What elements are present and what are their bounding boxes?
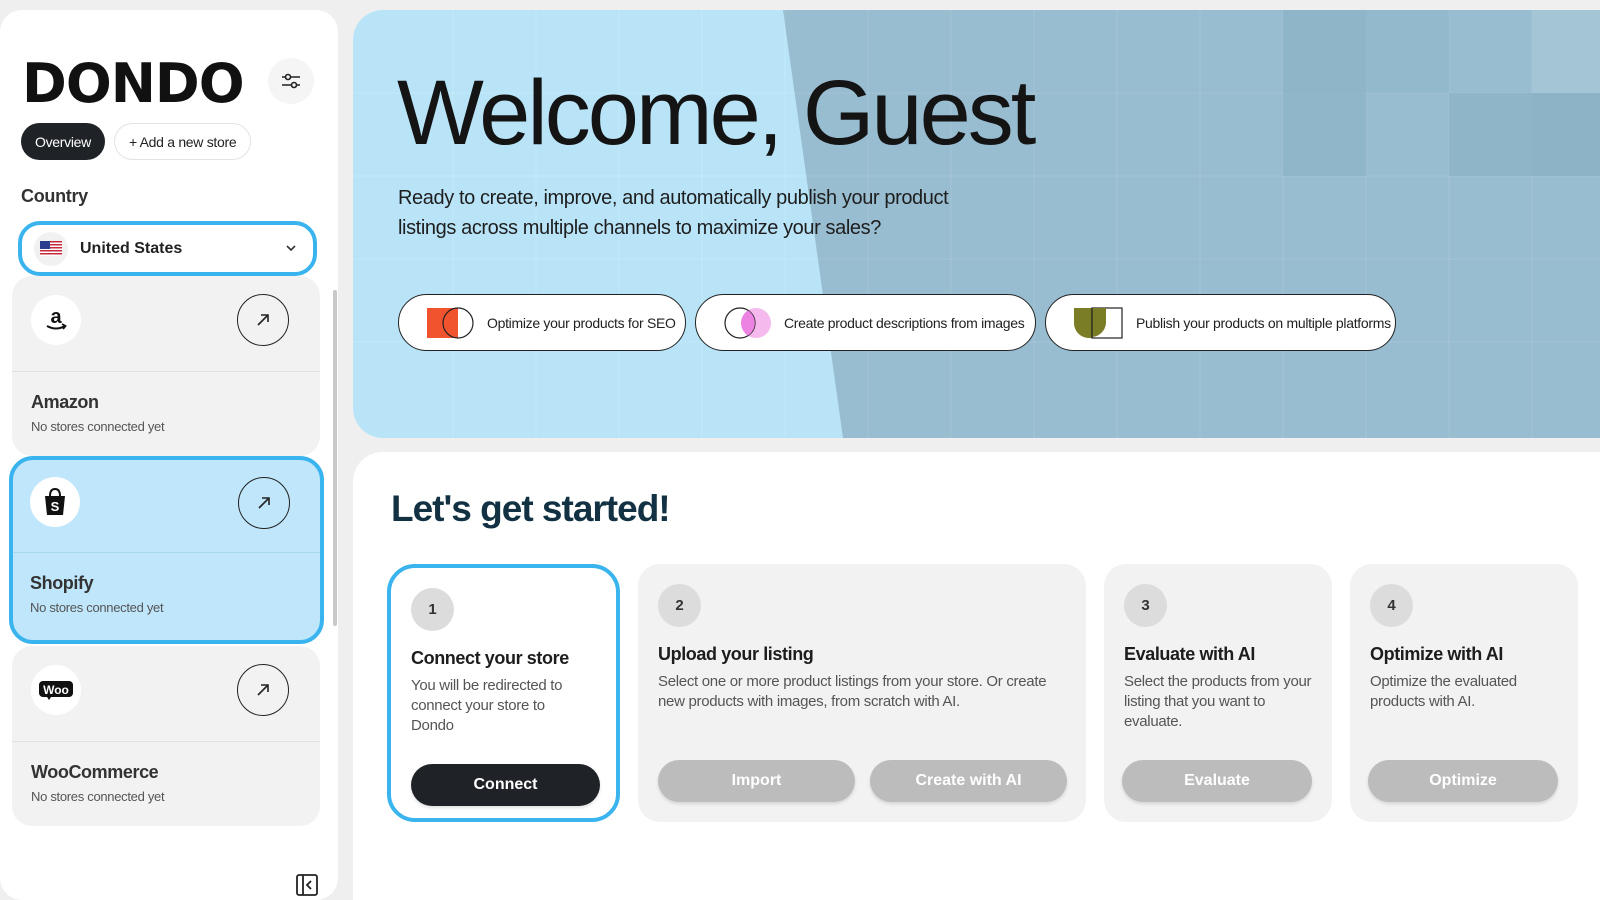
store-name: Shopify bbox=[30, 573, 94, 593]
tab-overview[interactable]: Overview bbox=[21, 123, 105, 160]
collapse-sidebar-button[interactable] bbox=[294, 872, 320, 900]
sidebar-scrollbar[interactable] bbox=[333, 290, 337, 626]
svg-text:S: S bbox=[51, 499, 60, 514]
country-label: Country bbox=[21, 186, 88, 206]
step-title: Upload your listing bbox=[658, 644, 814, 664]
step-description: Select one or more product listings from… bbox=[658, 673, 1047, 710]
sidebar: DONDO Overview + Add a new store Country… bbox=[0, 10, 338, 900]
step-description: You will be redirected to connect your s… bbox=[411, 677, 563, 734]
store-status: No stores connected yet bbox=[31, 789, 165, 804]
collapse-sidebar-icon bbox=[296, 874, 318, 896]
step-description: Select the products from your listing th… bbox=[1124, 673, 1312, 730]
store-status: No stores connected yet bbox=[30, 600, 164, 615]
feature-publish-chip[interactable]: Publish your products on multiple platfo… bbox=[1045, 294, 1396, 351]
chevron-down-icon bbox=[286, 245, 296, 252]
us-flag-icon bbox=[34, 231, 68, 266]
svg-text:Woo: Woo bbox=[43, 683, 69, 697]
step-upload-card: 2 Upload your listing Select one or more… bbox=[638, 564, 1086, 822]
feature-publish-label: Publish your products on multiple platfo… bbox=[1136, 314, 1391, 331]
step-title: Connect your store bbox=[411, 648, 569, 668]
sliders-icon bbox=[282, 73, 300, 89]
arrow-up-right-icon[interactable] bbox=[238, 477, 290, 529]
optimize-button[interactable]: Optimize bbox=[1368, 760, 1558, 802]
divider bbox=[13, 552, 320, 553]
divider bbox=[12, 371, 320, 372]
feature-descriptions-chip[interactable]: Create product descriptions from images bbox=[695, 294, 1036, 351]
welcome-subtitle: Ready to create, improve, and automatica… bbox=[398, 187, 949, 239]
filter-settings-button[interactable] bbox=[268, 58, 314, 104]
step-title: Optimize with AI bbox=[1370, 644, 1503, 664]
shopify-icon: S bbox=[30, 477, 80, 527]
feature-seo-label: Optimize your products for SEO bbox=[487, 314, 676, 331]
step-evaluate-card: 3 Evaluate with AI Select the products f… bbox=[1104, 564, 1332, 822]
evaluate-button[interactable]: Evaluate bbox=[1122, 760, 1312, 802]
getting-started-section: Let's get started! 1 Connect your store … bbox=[353, 452, 1600, 900]
woocommerce-icon: Woo bbox=[31, 665, 81, 715]
country-value: United States bbox=[80, 239, 183, 257]
feature-descriptions-label: Create product descriptions from images bbox=[784, 314, 1025, 331]
country-select[interactable]: United States bbox=[18, 221, 317, 276]
getting-started-heading: Let's get started! bbox=[391, 488, 671, 529]
store-card-woocommerce[interactable]: Woo WooCommerce No stores connected yet bbox=[12, 646, 320, 826]
welcome-title: Welcome, Guest bbox=[397, 62, 1036, 164]
add-store-button[interactable]: + Add a new store bbox=[113, 123, 252, 160]
step-title: Evaluate with AI bbox=[1124, 644, 1255, 664]
store-card-shopify[interactable]: S Shopify No stores connected yet bbox=[9, 456, 324, 644]
divider bbox=[12, 741, 320, 742]
step-number: 3 bbox=[1124, 584, 1167, 627]
step-description: Optimize the evaluated products with AI. bbox=[1370, 673, 1517, 710]
store-card-amazon[interactable]: a Amazon No stores connected yet bbox=[12, 276, 320, 456]
amazon-icon: a bbox=[31, 295, 81, 345]
create-with-ai-button[interactable]: Create with AI bbox=[870, 760, 1067, 802]
logo: DONDO bbox=[22, 52, 245, 115]
welcome-hero: Welcome, Guest Ready to create, improve,… bbox=[353, 10, 1600, 438]
import-button[interactable]: Import bbox=[658, 760, 855, 802]
step-optimize-card: 4 Optimize with AI Optimize the evaluate… bbox=[1350, 564, 1578, 822]
connect-button[interactable]: Connect bbox=[411, 764, 600, 806]
step-number: 4 bbox=[1370, 584, 1413, 627]
store-status: No stores connected yet bbox=[31, 419, 165, 434]
step-number: 2 bbox=[658, 584, 701, 627]
descriptions-feature-icon bbox=[724, 306, 771, 339]
seo-feature-icon bbox=[427, 306, 474, 339]
publish-feature-icon bbox=[1074, 306, 1123, 339]
arrow-up-right-icon[interactable] bbox=[237, 294, 289, 346]
store-name: Amazon bbox=[31, 392, 99, 412]
store-name: WooCommerce bbox=[31, 762, 159, 782]
step-connect-card: 1 Connect your store You will be redirec… bbox=[387, 564, 620, 822]
feature-seo-chip[interactable]: Optimize your products for SEO bbox=[398, 294, 686, 351]
arrow-up-right-icon[interactable] bbox=[237, 664, 289, 716]
step-number: 1 bbox=[411, 588, 454, 631]
svg-text:a: a bbox=[50, 306, 62, 328]
